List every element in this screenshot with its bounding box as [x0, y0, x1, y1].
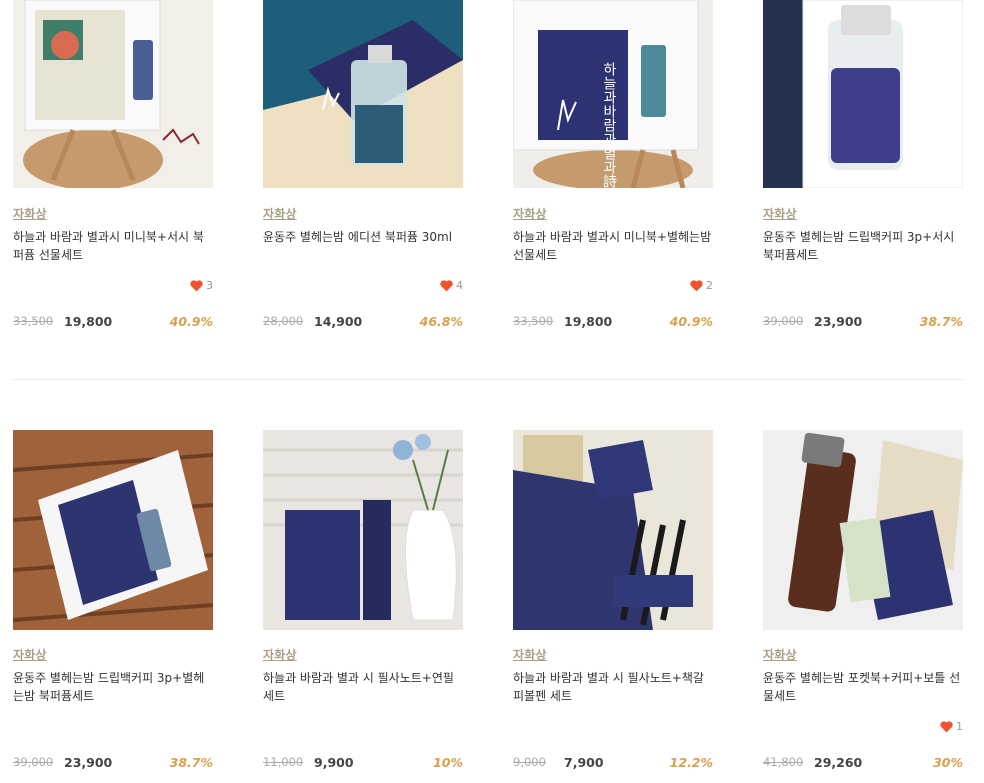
product-title[interactable]: 하늘과 바람과 별과 시 필사노트+연필세트: [263, 669, 463, 705]
product-card[interactable]: 자화상 하늘과 바람과 별과 시 필사노트+책갈피볼펜 세트 9,000 7,9…: [513, 430, 713, 770]
price-row: 9,000 7,900 12.2%: [513, 755, 713, 771]
brand-link[interactable]: 자화상: [13, 646, 47, 663]
price-row: 33,500 19,800 40.9%: [513, 314, 713, 330]
brand-link[interactable]: 자화상: [263, 646, 297, 663]
sale-price: 19,800: [564, 314, 613, 329]
product-thumbnail[interactable]: [263, 0, 463, 188]
like-count-value: 3: [206, 279, 213, 292]
original-price: 39,000: [13, 755, 54, 769]
heart-icon: [190, 279, 203, 291]
original-price: 33,500: [13, 314, 54, 328]
discount-rate: 12.2%: [669, 755, 713, 770]
row-divider: [13, 379, 963, 380]
heart-icon: [440, 279, 453, 291]
product-card[interactable]: 자화상 하늘과 바람과 별과 시 필사노트+연필세트 11,000 9,900 …: [263, 430, 463, 770]
heart-icon: [690, 279, 703, 291]
brand-link[interactable]: 자화상: [763, 205, 797, 222]
like-count[interactable]: 2: [690, 279, 713, 292]
price-row: 28,000 14,900 46.8%: [263, 314, 463, 330]
original-price: 33,500: [513, 314, 554, 328]
product-row-2: 자화상 윤동주 별헤는밤 드립백커피 3p+별헤는밤 북퍼퓸세트 39,000 …: [13, 430, 963, 770]
discount-rate: 46.8%: [419, 314, 463, 329]
product-thumbnail[interactable]: [13, 430, 213, 630]
discount-rate: 10%: [433, 755, 463, 770]
discount-rate: 40.9%: [669, 314, 713, 329]
sale-price: 23,900: [64, 755, 113, 770]
product-card[interactable]: 자화상 윤동주 별헤는밤 에디션 북퍼퓸 30ml 4 28,000 14,90…: [263, 0, 463, 340]
like-count[interactable]: 1: [940, 720, 963, 733]
product-card[interactable]: 하늘과바람과별과詩 자화상 하늘과 바람과 별과시 미니북+별헤는밤 선물세트 …: [513, 0, 713, 340]
product-card[interactable]: 자화상 윤동주 별헤는밤 포켓북+커피+보틀 선물세트 1 41,800 29,…: [763, 430, 963, 770]
sale-price: 23,900: [814, 314, 863, 329]
like-count[interactable]: 3: [190, 279, 213, 292]
discount-rate: 38.7%: [919, 314, 963, 329]
price-row: 41,800 29,260 30%: [763, 755, 963, 771]
sale-price: 9,900: [314, 755, 354, 770]
heart-icon: [940, 720, 953, 732]
original-price: 28,000: [263, 314, 304, 328]
sale-price: 7,900: [564, 755, 604, 770]
product-thumbnail[interactable]: 하늘과바람과별과詩: [513, 0, 713, 188]
brand-link[interactable]: 자화상: [513, 205, 547, 222]
product-title[interactable]: 윤동주 별헤는밤 드립백커피 3p+별헤는밤 북퍼퓸세트: [13, 669, 213, 705]
original-price: 39,000: [763, 314, 804, 328]
product-title[interactable]: 윤동주 별헤는밤 드립백커피 3p+서시 북퍼퓸세트: [763, 228, 963, 264]
original-price: 11,000: [263, 755, 304, 769]
price-row: 11,000 9,900 10%: [263, 755, 463, 771]
like-count-value: 4: [456, 279, 463, 292]
price-row: 33,500 19,800 40.9%: [13, 314, 213, 330]
sale-price: 19,800: [64, 314, 113, 329]
like-count-value: 2: [706, 279, 713, 292]
brand-link[interactable]: 자화상: [263, 205, 297, 222]
discount-rate: 38.7%: [169, 755, 213, 770]
like-count-value: 1: [956, 720, 963, 733]
product-card[interactable]: 자화상 하늘과 바람과 별과시 미니북+서시 북퍼퓸 선물세트 3 33,500…: [13, 0, 213, 340]
sale-price: 14,900: [314, 314, 363, 329]
product-card[interactable]: 자화상 윤동주 별헤는밤 드립백커피 3p+서시 북퍼퓸세트 39,000 23…: [763, 0, 963, 340]
sale-price: 29,260: [814, 755, 863, 770]
product-thumbnail[interactable]: [513, 430, 713, 630]
brand-link[interactable]: 자화상: [513, 646, 547, 663]
like-count[interactable]: 4: [440, 279, 463, 292]
product-thumbnail[interactable]: [763, 430, 963, 630]
original-price: 9,000: [513, 755, 546, 769]
product-card[interactable]: 자화상 윤동주 별헤는밤 드립백커피 3p+별헤는밤 북퍼퓸세트 39,000 …: [13, 430, 213, 770]
price-row: 39,000 23,900 38.7%: [13, 755, 213, 771]
price-row: 39,000 23,900 38.7%: [763, 314, 963, 330]
discount-rate: 30%: [933, 755, 963, 770]
original-price: 41,800: [763, 755, 804, 769]
product-title[interactable]: 윤동주 별헤는밤 포켓북+커피+보틀 선물세트: [763, 669, 963, 705]
brand-link[interactable]: 자화상: [13, 205, 47, 222]
product-thumbnail[interactable]: [13, 0, 213, 188]
product-title[interactable]: 하늘과 바람과 별과시 미니북+서시 북퍼퓸 선물세트: [13, 228, 213, 264]
product-row-1: 자화상 하늘과 바람과 별과시 미니북+서시 북퍼퓸 선물세트 3 33,500…: [13, 0, 963, 340]
product-title[interactable]: 하늘과 바람과 별과시 미니북+별헤는밤 선물세트: [513, 228, 713, 264]
brand-link[interactable]: 자화상: [763, 646, 797, 663]
product-thumbnail[interactable]: [763, 0, 963, 188]
book-cover-title: 하늘과바람과별과詩: [601, 62, 617, 188]
discount-rate: 40.9%: [169, 314, 213, 329]
product-thumbnail[interactable]: [263, 430, 463, 630]
product-title[interactable]: 윤동주 별헤는밤 에디션 북퍼퓸 30ml: [263, 228, 463, 246]
product-title[interactable]: 하늘과 바람과 별과 시 필사노트+책갈피볼펜 세트: [513, 669, 713, 705]
